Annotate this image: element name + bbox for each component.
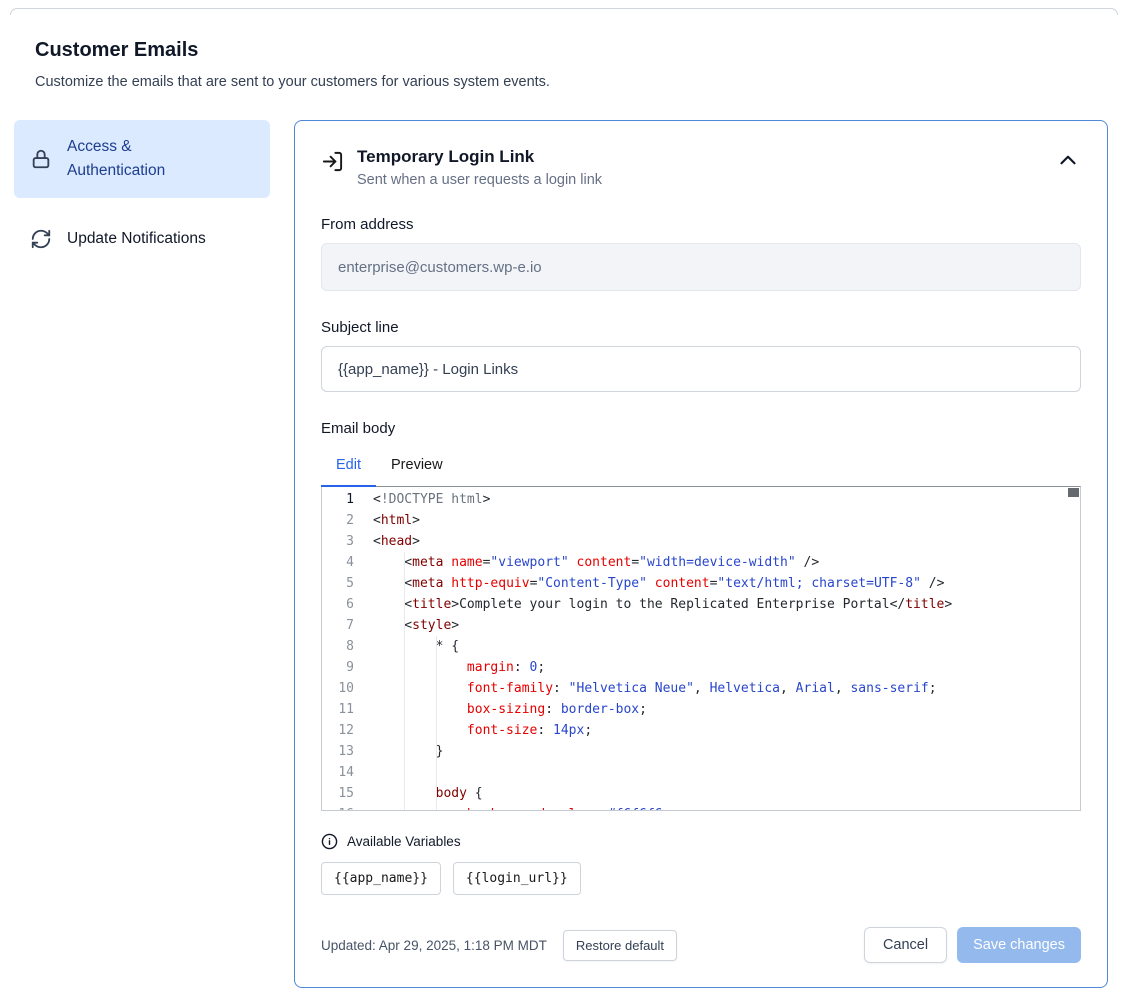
variable-chips: {{app_name}} {{login_url}}	[321, 862, 1081, 895]
page: Customer Emails Customize the emails tha…	[0, 8, 1128, 988]
panel-title: Temporary Login Link	[357, 147, 602, 167]
line-number: 2	[322, 510, 354, 531]
subject-line-label: Subject line	[321, 319, 1081, 336]
restore-default-button[interactable]: Restore default	[563, 930, 677, 961]
chevron-up-icon	[1055, 161, 1081, 176]
line-number: 4	[322, 552, 354, 573]
indent-guide	[436, 636, 437, 810]
cancel-button[interactable]: Cancel	[864, 927, 947, 963]
code-line: 4 <meta name="viewport" content="width=d…	[322, 552, 1080, 573]
code-line: 5 <meta http-equiv="Content-Type" conten…	[322, 573, 1080, 594]
panel-subtitle: Sent when a user requests a login link	[357, 172, 602, 188]
tab-preview[interactable]: Preview	[376, 447, 458, 487]
editor-tabs: EditPreview	[321, 447, 1081, 486]
page-header: Customer Emails Customize the emails tha…	[0, 15, 1128, 90]
from-address-input[interactable]	[321, 243, 1081, 291]
line-number: 12	[322, 720, 354, 741]
line-number: 7	[322, 615, 354, 636]
sidebar-item-access-authentication[interactable]: Access & Authentication	[14, 120, 270, 198]
line-number: 8	[322, 636, 354, 657]
code-line: 3<head>	[322, 531, 1080, 552]
code-line: 2<html>	[322, 510, 1080, 531]
line-number: 3	[322, 531, 354, 552]
login-icon	[321, 150, 344, 173]
variable-chip[interactable]: {{app_name}}	[321, 862, 441, 895]
available-variables-header: Available Variables	[321, 833, 1081, 850]
save-changes-button[interactable]: Save changes	[957, 927, 1081, 963]
refresh-icon	[30, 228, 52, 250]
line-number: 10	[322, 678, 354, 699]
tab-edit[interactable]: Edit	[321, 447, 376, 487]
sidebar-item-label: Access & Authentication	[67, 135, 212, 183]
from-address-label: From address	[321, 216, 1081, 233]
email-settings-card: Temporary Login Link Sent when a user re…	[294, 120, 1108, 988]
page-title: Customer Emails	[35, 39, 1107, 62]
email-body-label: Email body	[321, 420, 1081, 437]
line-number: 11	[322, 699, 354, 720]
page-subtitle: Customize the emails that are sent to yo…	[35, 74, 1107, 90]
line-number: 5	[322, 573, 354, 594]
line-number: 16	[322, 804, 354, 811]
top-card-edge	[10, 8, 1118, 15]
code-line: 6 <title>Complete your login to the Repl…	[322, 594, 1080, 615]
variable-chip[interactable]: {{login_url}}	[453, 862, 581, 895]
line-number: 9	[322, 657, 354, 678]
info-icon	[321, 833, 338, 850]
panel-footer: Updated: Apr 29, 2025, 1:18 PM MDT Resto…	[321, 927, 1081, 963]
subject-line-input[interactable]	[321, 346, 1081, 392]
panel-header: Temporary Login Link Sent when a user re…	[321, 147, 1081, 188]
lock-icon	[30, 148, 52, 170]
collapse-button[interactable]	[1055, 147, 1081, 173]
code-line: 7 <style>	[322, 615, 1080, 636]
sidebar-item-label: Update Notifications	[67, 227, 206, 251]
panel-header-text: Temporary Login Link Sent when a user re…	[357, 147, 602, 188]
line-number: 15	[322, 783, 354, 804]
editor-scrollbar-thumb[interactable]	[1068, 488, 1079, 497]
sidebar: Access & Authentication Update Notificati…	[14, 120, 270, 266]
sidebar-item-update-notifications[interactable]: Update Notifications	[14, 212, 270, 266]
line-number: 14	[322, 762, 354, 783]
line-number: 6	[322, 594, 354, 615]
available-variables-label: Available Variables	[347, 834, 461, 849]
footer-actions: Cancel Save changes	[864, 927, 1081, 963]
layout: Access & Authentication Update Notificati…	[0, 120, 1128, 988]
indent-guide	[404, 552, 405, 810]
code-line: 1<!DOCTYPE html>	[322, 489, 1080, 510]
line-number: 1	[322, 489, 354, 510]
code-editor[interactable]: 1<!DOCTYPE html>2<html>3<head>4 <meta na…	[321, 486, 1081, 811]
updated-timestamp: Updated: Apr 29, 2025, 1:18 PM MDT	[321, 938, 547, 953]
line-number: 13	[322, 741, 354, 762]
